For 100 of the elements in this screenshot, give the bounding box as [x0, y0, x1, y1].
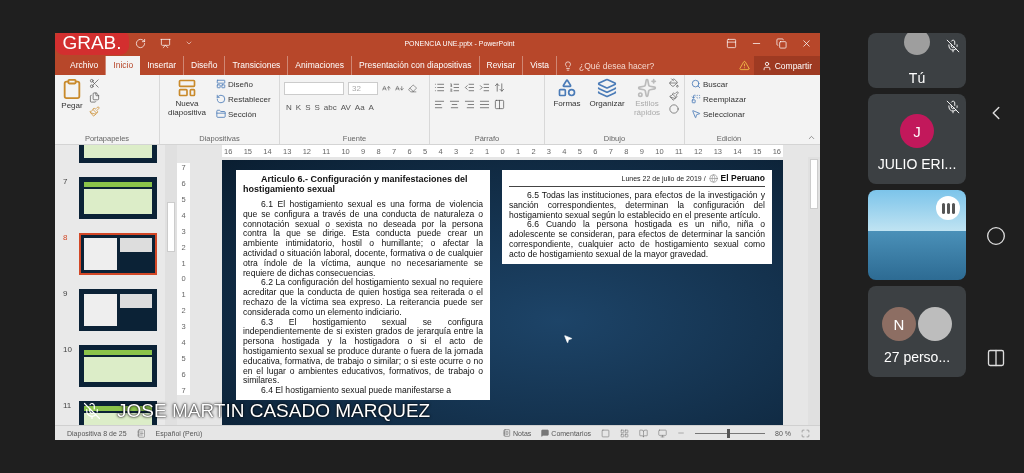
line-spacing-icon[interactable]	[494, 82, 505, 93]
reset-icon	[216, 94, 226, 104]
slideshow-icon[interactable]	[160, 37, 171, 49]
format-button[interactable]: abc	[321, 103, 339, 112]
slide-number: 11	[63, 401, 73, 410]
eraser-icon[interactable]	[408, 84, 417, 93]
align-center-icon[interactable]	[449, 99, 460, 110]
avatar	[904, 33, 930, 55]
newspaper-name: El Peruano	[720, 173, 765, 183]
avatar: J	[900, 114, 934, 148]
ribbon-tab[interactable]: Inicio	[106, 56, 141, 75]
slide-command[interactable]: Restablecer	[214, 93, 273, 105]
article-paragraph: 6.2 La configuración del hostigamiento sexual no requiere acreditar que la conducta de quien hostiga sea reiterada o el rechazo de la víctima sea expreso. La reiterancia puede ser considerada como un elemento indiciario.	[243, 278, 483, 318]
editing-command[interactable]: Reemplazar	[689, 93, 749, 105]
drawing-command[interactable]: Formas	[549, 78, 585, 109]
clipboard-icon	[61, 78, 83, 100]
slide-command[interactable]: Diseño	[214, 78, 273, 90]
bullets-icon[interactable]	[434, 82, 445, 93]
format-button[interactable]: AV	[338, 103, 353, 112]
editing-command[interactable]: Buscar	[689, 78, 749, 90]
numbering-icon[interactable]	[449, 82, 460, 93]
participant-tile[interactable]: Tú	[868, 33, 966, 88]
align-right-icon[interactable]	[464, 99, 475, 110]
participant-name: Tú	[908, 70, 926, 86]
participant-tile[interactable]: J JULIO ERI...	[868, 94, 966, 184]
slide-thumbnail[interactable]	[79, 289, 157, 331]
font-name-field[interactable]	[284, 82, 344, 95]
new-slide-icon	[177, 78, 197, 98]
sparkle-icon	[637, 78, 657, 98]
slide-command[interactable]: Sección	[214, 108, 273, 120]
drawing-command[interactable]: Organizar	[589, 78, 625, 109]
video-placeholder[interactable]	[868, 190, 966, 280]
avatar	[918, 307, 952, 341]
indent-increase-icon[interactable]	[479, 82, 490, 93]
slideshow-view-icon[interactable]	[658, 428, 668, 438]
pointer-icon	[691, 109, 701, 119]
warning-icon[interactable]	[738, 60, 750, 71]
format-painter-icon[interactable]	[89, 106, 100, 117]
recents-icon[interactable]	[986, 348, 1006, 368]
slide-thumbnail[interactable]	[79, 177, 157, 219]
format-button[interactable]: K	[293, 103, 304, 112]
slide-number: 8	[63, 233, 69, 242]
article-paragraph: 6.3 El hostigamiento sexual se configura independientemente de si existen grados de jerarquía entre la persona hostigada y la hostigadora o si el acto de hostigamiento sexual se produce durante o fuera de la jornada educativa, formativa, de trabajo o similar; o si este ocurre o no en el lugar o ambientes educativos, formativos, de trabajo o similares.	[243, 317, 483, 386]
participant-name: JULIO ERI...	[877, 156, 957, 172]
lightbulb-icon[interactable]	[563, 60, 574, 71]
copy-icon[interactable]	[89, 92, 100, 103]
justify-icon[interactable]	[479, 99, 490, 110]
format-button[interactable]: A	[366, 103, 376, 112]
indent-decrease-icon[interactable]	[464, 82, 475, 93]
replace-icon	[691, 94, 701, 104]
participant-name: 27 perso...	[883, 349, 951, 365]
article-paragraph: 6.1 El hostigamiento sexual es una forma de violencia que se configura a través de una conducta de naturaleza o connotación sexual o sexista no deseada por la persona contra la que se dirige. Esta conducta puede crear un ambiente intimidatorio, hostil o humillante; o afectar la actividad o situación laboral, docente, formativa o de cualquier otra índole de la víctima, aunque no necesariamente se requiere de dichas consecuencias.	[243, 200, 483, 278]
spelling-icon[interactable]	[136, 428, 146, 438]
align-left-icon[interactable]	[434, 99, 445, 110]
editing-command[interactable]: Seleccionar	[689, 108, 749, 120]
comment-icon	[541, 429, 550, 437]
slide-sorter-icon[interactable]	[620, 428, 630, 438]
new-slide-button[interactable]: Nueva diapositiva	[164, 78, 210, 118]
person-icon	[761, 60, 772, 71]
collapse-icon[interactable]	[807, 133, 816, 142]
article-paragraph: 6.4 El hostigamiento sexual puede manifestarse a	[260, 386, 453, 396]
slide-thumbnail[interactable]	[79, 233, 157, 275]
slide-thumbnail[interactable]	[79, 345, 157, 387]
article-paragraph: 6.6 Cuando la persona hostigada es un niño, niña o adolescente se consideran, para efectos de determinar la sanción correspondiente, cualquier acto de hostigamiento sexual como acto de hostigamiento sexual de la mayor gravedad.	[509, 220, 765, 260]
layout-icon	[216, 79, 226, 89]
format-button[interactable]: N	[284, 103, 294, 112]
scrollbar[interactable]	[808, 157, 820, 425]
restore-icon[interactable]	[776, 37, 787, 49]
columns-icon[interactable]	[494, 99, 505, 110]
reading-view-icon[interactable]	[639, 428, 649, 438]
avatar: N	[882, 307, 916, 341]
slide-number: 9	[63, 289, 69, 298]
article-paragraph: 6.5 Todas las instituciones, para efectos de la investigación y sanción correspondientes, determinan la configuración del hostigamiento sexual según lo establecido en el presente artículo.	[509, 191, 765, 221]
mouse-pointer-icon	[563, 334, 573, 344]
format-button[interactable]: S	[303, 103, 313, 112]
recording-badge: GRAB.	[55, 33, 129, 55]
participant-tile[interactable]: N 27 perso...	[868, 286, 966, 377]
redo-icon[interactable]	[135, 37, 146, 49]
grow-font-icon[interactable]	[382, 84, 391, 93]
shapes-icon	[557, 78, 577, 98]
format-button[interactable]: Aa	[352, 103, 367, 112]
caret-icon[interactable]	[185, 39, 193, 47]
paste-button[interactable]: Pegar	[59, 78, 85, 111]
folder-icon	[216, 109, 226, 119]
fill-icon[interactable]	[669, 78, 679, 88]
home-icon[interactable]	[986, 226, 1006, 246]
slide-number: 10	[63, 345, 73, 354]
tell-me-field[interactable]: ¿Qué desea hacer?	[577, 59, 668, 72]
slide-number: 7	[63, 177, 69, 186]
zoom-thumb[interactable]	[726, 428, 730, 438]
notes-icon	[503, 429, 512, 437]
ribbon-display-icon[interactable]	[726, 37, 737, 49]
article-heading: Articulo 6.- Configuración y manifestaciones del hostigamiento sexual	[243, 174, 469, 194]
search-icon	[691, 79, 701, 89]
share-button[interactable]: Compartir	[753, 56, 820, 75]
layers-icon	[597, 78, 617, 98]
shrink-font-icon[interactable]	[395, 84, 404, 93]
format-button[interactable]: S	[312, 103, 322, 112]
cut-icon[interactable]	[89, 78, 100, 89]
close-icon[interactable]	[801, 37, 812, 49]
